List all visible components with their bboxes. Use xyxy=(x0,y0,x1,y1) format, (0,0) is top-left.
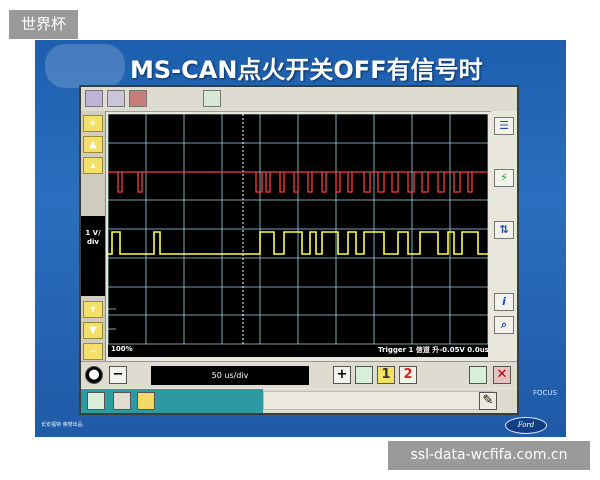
stop-button[interactable]: ● xyxy=(85,366,103,384)
meter-icon[interactable] xyxy=(137,392,155,410)
status-field xyxy=(263,391,493,410)
arrow-up-icon[interactable]: ▴ xyxy=(83,157,103,174)
zoom-icon[interactable]: ⌕ xyxy=(494,316,514,334)
presentation-slide: MS-CAN点火开关OFF有信号时 + ▲ ▴ 1 V/div ▾ ▼ − 10… xyxy=(35,40,566,437)
watermark-top: 世界杯 xyxy=(9,10,78,39)
arrow-down-double-icon[interactable]: ▼ xyxy=(83,322,103,339)
timebase-display: 50 us/div xyxy=(151,366,309,385)
model-badge: FOCUS xyxy=(533,389,557,397)
ford-logo: Ford xyxy=(505,417,547,434)
status-teal-band xyxy=(81,389,263,413)
slide-logo-graphic xyxy=(45,44,125,88)
zoom-level: 100% xyxy=(111,345,133,353)
toolbox-icon[interactable] xyxy=(129,90,147,107)
scope-mode-icon[interactable] xyxy=(203,90,221,107)
info-icon[interactable]: i xyxy=(494,293,514,311)
top-toolbar xyxy=(81,87,517,112)
status-bar: ✎ xyxy=(81,389,517,413)
list-icon[interactable]: ☰ xyxy=(494,117,514,135)
arrow-up-fine-icon[interactable]: + xyxy=(83,115,103,132)
close-icon[interactable]: ✕ xyxy=(493,366,511,384)
volts-per-div-label: 1 V/div xyxy=(85,229,101,246)
oscilloscope-window: + ▲ ▴ 1 V/div ▾ ▼ − 100% Trigger 1 信道 升-… xyxy=(79,85,519,415)
arrow-down-fine-icon[interactable]: − xyxy=(83,343,103,360)
people-icon[interactable]: ⇅ xyxy=(494,221,514,239)
slide-footer: 长安福特 荣誉出品 xyxy=(41,422,83,428)
capture-icon[interactable] xyxy=(469,366,487,384)
arrow-down-icon[interactable]: ▾ xyxy=(83,301,103,318)
tools-icon[interactable] xyxy=(113,392,131,410)
channel-1-button[interactable]: 1 xyxy=(377,366,395,384)
right-toolbar: ☰ ⚡ ⇅ i ⌕ xyxy=(491,111,517,361)
timebase-increase-button[interactable]: + xyxy=(333,366,351,384)
volts-div-panel xyxy=(81,216,105,296)
module-icon[interactable] xyxy=(85,90,103,107)
runner-icon[interactable]: ⚡ xyxy=(494,169,514,187)
timebase-decrease-button[interactable]: − xyxy=(109,366,127,384)
car-icon[interactable] xyxy=(107,90,125,107)
arrow-up-double-icon[interactable]: ▲ xyxy=(83,136,103,153)
watermark-bottom: ssl-data-wcfifa.com.cn xyxy=(388,441,590,470)
trigger-info: Trigger 1 信道 升-0.05V 0.0us xyxy=(378,346,489,354)
waveform-graph xyxy=(107,113,489,345)
slide-title: MS-CAN点火开关OFF有信号时 xyxy=(130,56,483,84)
graph-icon[interactable] xyxy=(355,366,373,384)
graph-small-icon[interactable] xyxy=(87,392,105,410)
pen-icon[interactable]: ✎ xyxy=(479,392,497,410)
channel-1-trace xyxy=(108,171,488,193)
oscilloscope-display: 100% Trigger 1 信道 升-0.05V 0.0us xyxy=(107,113,489,357)
left-toolbar: + ▲ ▴ 1 V/div ▾ ▼ − xyxy=(81,111,106,361)
bottom-toolbar: ● − 50 us/div + 1 2 ✕ xyxy=(81,361,517,388)
channel-2-button[interactable]: 2 xyxy=(399,366,417,384)
